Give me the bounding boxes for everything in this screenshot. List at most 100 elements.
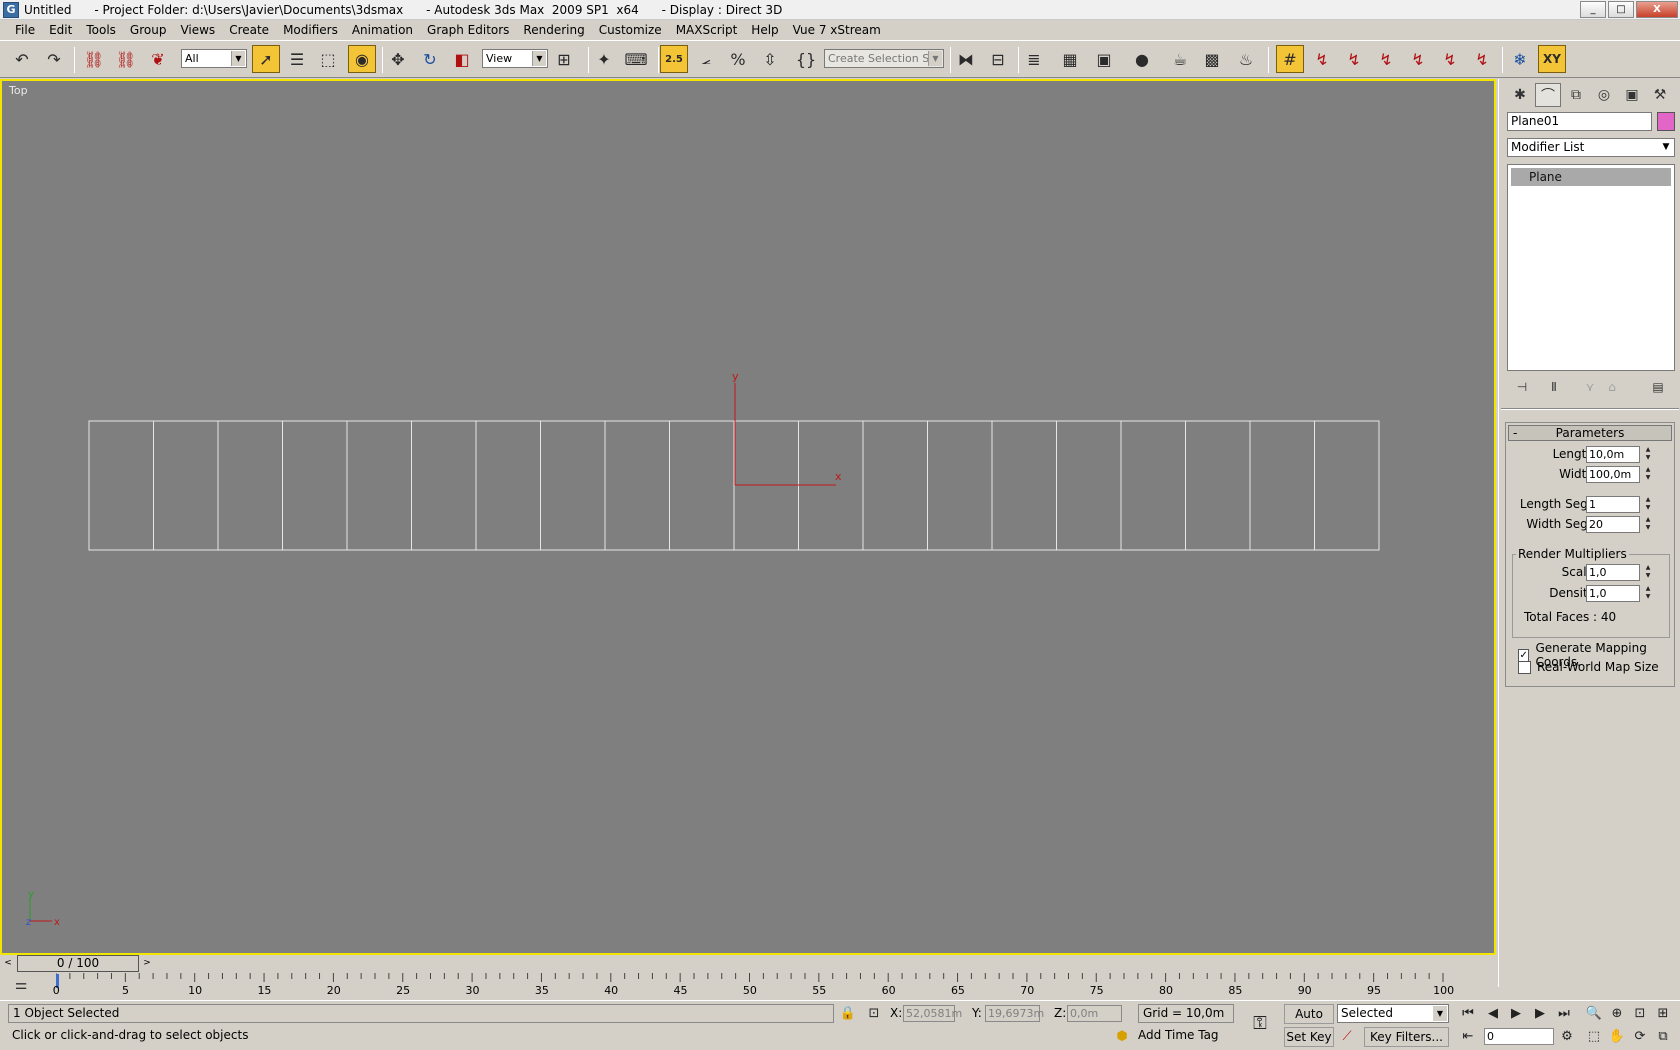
- object-color-swatch[interactable]: [1657, 112, 1675, 131]
- lock-icon[interactable]: 🔒: [838, 1004, 858, 1024]
- rectangular-selection-icon[interactable]: ⬚: [314, 45, 342, 73]
- freeze-snap-icon[interactable]: ❄: [1506, 45, 1534, 73]
- hierarchy-tab-icon[interactable]: ⧉: [1563, 83, 1589, 107]
- go-to-end-icon[interactable]: ⏭: [1554, 1004, 1574, 1024]
- window-crossing-icon[interactable]: ◉: [348, 45, 376, 73]
- constraint-xy-icon[interactable]: ↯: [1404, 45, 1432, 73]
- density-field[interactable]: 1,0: [1586, 585, 1640, 602]
- remove-modifier-icon[interactable]: ⌂: [1601, 377, 1623, 397]
- undo-icon[interactable]: ↶: [8, 45, 36, 73]
- length-segs-spinner[interactable]: ▲ ▼: [1643, 496, 1653, 513]
- viewport-top[interactable]: Top y x y z x: [0, 79, 1496, 955]
- arc-rotate-icon[interactable]: ⟳: [1630, 1027, 1650, 1047]
- render-setup-icon[interactable]: ☕: [1166, 45, 1194, 73]
- modifier-list-dropdown[interactable]: Modifier List ▼: [1507, 138, 1675, 157]
- y-coordinate-field[interactable]: 19,6973m: [985, 1005, 1044, 1022]
- maximize-viewport-icon[interactable]: ⧉: [1653, 1027, 1673, 1047]
- unlink-icon[interactable]: ⛓: [112, 45, 140, 73]
- display-tab-icon[interactable]: ▣: [1619, 83, 1645, 107]
- edit-named-selection-icon[interactable]: {}: [792, 45, 820, 73]
- scale-spinner[interactable]: ▲ ▼: [1643, 564, 1653, 581]
- real-world-map-row[interactable]: Real-World Map Size: [1518, 660, 1659, 674]
- select-and-link-icon[interactable]: ⛓: [80, 45, 108, 73]
- region-zoom-icon[interactable]: ⬚: [1584, 1027, 1604, 1047]
- angle-snap-icon[interactable]: ⦟: [692, 45, 720, 73]
- menu-rendering[interactable]: Rendering: [516, 23, 591, 37]
- transform-gizmo[interactable]: y x: [732, 370, 842, 486]
- go-to-start-icon[interactable]: ⏮: [1458, 1004, 1478, 1024]
- selection-filter-dropdown[interactable]: All ▼: [181, 49, 247, 68]
- auto-key-button[interactable]: Auto Key: [1284, 1004, 1334, 1039]
- menu-customize[interactable]: Customize: [592, 23, 669, 37]
- time-configuration-icon[interactable]: ⚙: [1557, 1027, 1577, 1047]
- density-spinner[interactable]: ▲ ▼: [1643, 585, 1653, 602]
- menu-views[interactable]: Views: [173, 23, 222, 37]
- x-coordinate-field[interactable]: 52,0581m: [903, 1005, 962, 1022]
- mirror-icon[interactable]: ⧓: [952, 45, 980, 73]
- constraint-yz-icon[interactable]: ↯: [1436, 45, 1464, 73]
- pan-icon[interactable]: ✋: [1607, 1027, 1627, 1047]
- motion-tab-icon[interactable]: ◎: [1591, 83, 1617, 107]
- time-slider-prev-button[interactable]: <: [2, 956, 14, 971]
- percent-snap-icon[interactable]: %: [724, 45, 752, 73]
- quick-render-icon[interactable]: ♨: [1232, 45, 1260, 73]
- keyboard-shortcut-override-icon[interactable]: ⌨: [622, 45, 650, 73]
- menu-file[interactable]: File: [8, 23, 42, 37]
- spinner-snap-icon[interactable]: ⇳: [756, 45, 784, 73]
- reference-coordinate-dropdown[interactable]: View ▼: [482, 49, 548, 68]
- constraint-z-icon[interactable]: ↯: [1372, 45, 1400, 73]
- track-bar[interactable]: ⚌ 0 5 10 15 20 25 30 35 40 45 50 55 60 65 70 75 80 85 90 95…: [0, 973, 1496, 1000]
- set-keys-key-icon[interactable]: ⚿: [1246, 1014, 1274, 1034]
- snaps-grid-icon[interactable]: #: [1276, 45, 1304, 73]
- set-key-button[interactable]: Set Key: [1284, 1027, 1334, 1047]
- snaps-toggle-icon[interactable]: 2.5: [660, 45, 688, 73]
- material-editor-icon[interactable]: ●: [1128, 45, 1156, 73]
- redo-icon[interactable]: ↷: [40, 45, 68, 73]
- menu-create[interactable]: Create: [222, 23, 276, 37]
- menu-edit[interactable]: Edit: [42, 23, 79, 37]
- scale-field[interactable]: 1,0: [1586, 564, 1640, 581]
- current-frame-field[interactable]: 0: [1484, 1028, 1554, 1045]
- align-icon[interactable]: ⊟: [984, 45, 1012, 73]
- z-coordinate-field[interactable]: 0,0m: [1067, 1005, 1122, 1022]
- configure-modifier-sets-icon[interactable]: ▤: [1647, 377, 1669, 397]
- use-pivot-center-icon[interactable]: ⊞: [550, 45, 578, 73]
- close-button[interactable]: X: [1636, 1, 1678, 18]
- minimize-button[interactable]: _: [1580, 1, 1606, 18]
- modify-tab-icon[interactable]: ⌒: [1535, 83, 1561, 107]
- menu-animation[interactable]: Animation: [345, 23, 420, 37]
- key-filters-button[interactable]: Key Filters...: [1364, 1027, 1449, 1047]
- constraint-zx-icon[interactable]: ↯: [1468, 45, 1496, 73]
- stack-item-plane[interactable]: Plane: [1511, 168, 1671, 186]
- select-and-rotate-icon[interactable]: ↻: [416, 45, 444, 73]
- key-mode-toggle-icon[interactable]: ⇤: [1458, 1027, 1478, 1047]
- length-field[interactable]: 10,0m: [1586, 446, 1640, 463]
- length-spinner[interactable]: ▲ ▼: [1643, 446, 1653, 463]
- add-time-tag-button[interactable]: Add Time Tag: [1134, 1027, 1234, 1046]
- bind-space-warp-icon[interactable]: ❦: [144, 45, 172, 73]
- menu-vue-xstream[interactable]: Vue 7 xStream: [786, 23, 888, 37]
- show-end-result-icon[interactable]: Ⅱ: [1543, 377, 1565, 397]
- absolute-mode-icon[interactable]: ⊡: [864, 1004, 884, 1024]
- axis-constraint-xy-button[interactable]: XY: [1538, 45, 1566, 73]
- constraint-x-icon[interactable]: ↯: [1308, 45, 1336, 73]
- menu-modifiers[interactable]: Modifiers: [276, 23, 345, 37]
- zoom-extents-icon[interactable]: ⊡: [1630, 1004, 1650, 1024]
- time-slider[interactable]: < 0 / 100 >: [0, 955, 1496, 973]
- time-tag-icon[interactable]: ⬢: [1112, 1027, 1132, 1047]
- zoom-all-icon[interactable]: ⊕: [1607, 1004, 1627, 1024]
- create-tab-icon[interactable]: ✱: [1507, 83, 1533, 107]
- select-and-scale-icon[interactable]: ◧: [448, 45, 476, 73]
- select-and-move-icon[interactable]: ✥: [384, 45, 412, 73]
- named-selection-sets-dropdown[interactable]: Create Selection Set ▼: [824, 49, 944, 68]
- zoom-icon[interactable]: 🔍: [1584, 1004, 1604, 1024]
- length-segs-field[interactable]: 1: [1586, 496, 1640, 513]
- width-field[interactable]: 100,0m: [1586, 466, 1640, 483]
- width-segs-spinner[interactable]: ▲ ▼: [1643, 516, 1653, 533]
- select-object-icon[interactable]: ➚: [252, 45, 280, 73]
- schematic-view-icon[interactable]: ▣: [1090, 45, 1118, 73]
- rendered-frame-window-icon[interactable]: ▩: [1198, 45, 1226, 73]
- app-icon[interactable]: G: [3, 1, 19, 18]
- make-unique-icon[interactable]: ⋎: [1579, 377, 1601, 397]
- play-icon[interactable]: ▶: [1506, 1004, 1526, 1024]
